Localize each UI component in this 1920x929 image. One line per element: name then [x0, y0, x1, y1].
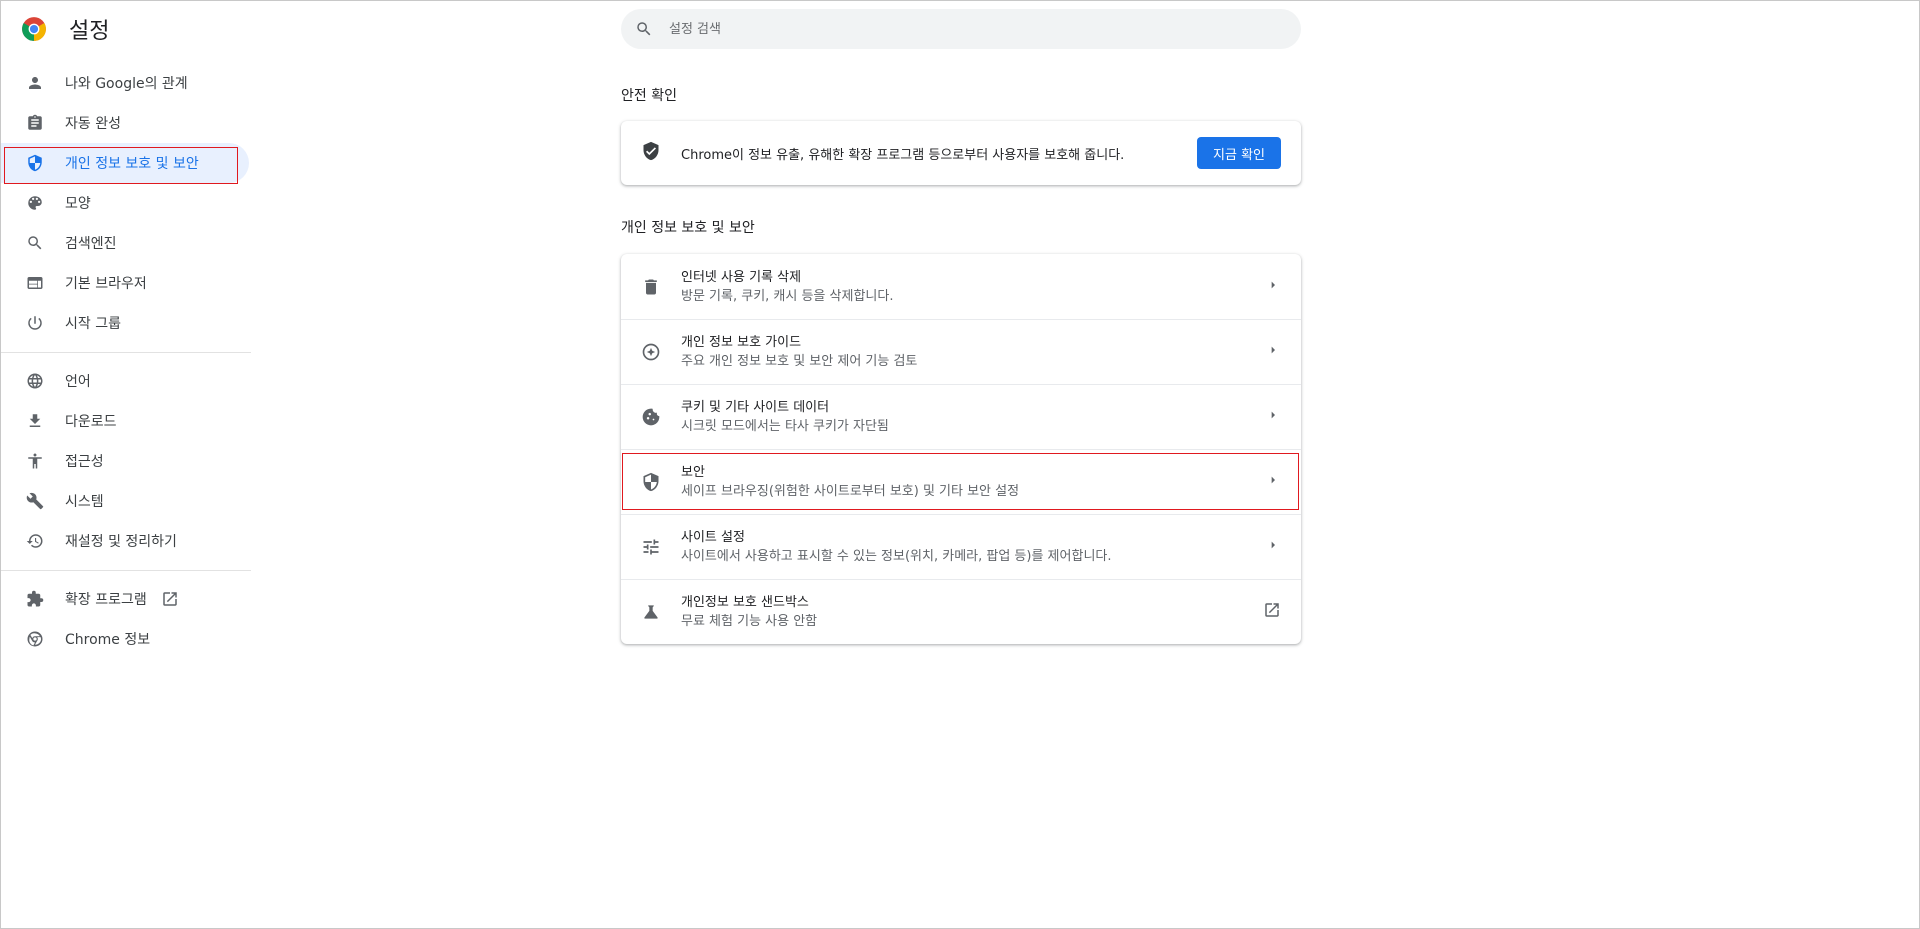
row-subtitle: 시크릿 모드에서는 타사 쿠키가 자단됨: [681, 419, 889, 434]
row-body: 쿠키 및 기타 사이트 데이터 시크릿 모드에서는 타사 쿠키가 자단됨: [681, 398, 1265, 436]
sidebar-item-accessibility[interactable]: 접근성: [1, 441, 251, 481]
check-now-button[interactable]: 지금 확인: [1197, 137, 1281, 169]
sidebar-item-on-startup[interactable]: 시작 그룹: [1, 303, 251, 343]
sidebar-item-label: 기본 브라우저: [65, 276, 147, 292]
safety-check-card: Chrome이 정보 유출, 유해한 확장 프로그램 등으로부터 사용자를 보호…: [621, 121, 1301, 185]
open-in-new-icon: [1263, 601, 1281, 623]
row-privacy-sandbox[interactable]: 개인정보 보호 샌드박스 무료 체험 기능 사용 안함: [621, 579, 1301, 644]
shield-check-icon: [641, 141, 661, 165]
safety-check-row: Chrome이 정보 유출, 유해한 확장 프로그램 등으로부터 사용자를 보호…: [621, 121, 1301, 185]
sidebar: 나와 Google의 관계 자동 완성 개인 정보 보호 및 보안 모양 검색엔…: [1, 63, 251, 659]
sidebar-item-label: Chrome 정보: [65, 632, 151, 648]
browser-icon: [25, 273, 45, 293]
sidebar-item-languages[interactable]: 언어: [1, 361, 251, 401]
sidebar-item-default-browser[interactable]: 기본 브라우저: [1, 263, 251, 303]
chrome-icon: [25, 629, 45, 649]
sidebar-item-label: 개인 정보 보호 및 보안: [65, 156, 199, 172]
search-box[interactable]: [621, 9, 1301, 49]
row-title: 인터넷 사용 기록 삭제: [681, 269, 802, 285]
row-privacy-guide[interactable]: 개인 정보 보호 가이드 주요 개인 정보 보호 및 보안 제어 기능 검토: [621, 319, 1301, 384]
arrow-right-icon: [1265, 472, 1281, 492]
sidebar-item-label: 접근성: [65, 454, 104, 470]
row-body: 개인 정보 보호 가이드 주요 개인 정보 보호 및 보안 제어 기능 검토: [681, 333, 1265, 371]
sidebar-divider: [1, 352, 251, 353]
chrome-logo-icon: [22, 17, 46, 41]
sidebar-item-label: 나와 Google의 관계: [65, 76, 188, 92]
sidebar-item-label: 다운로드: [65, 414, 117, 430]
row-subtitle: 주요 개인 정보 보호 및 보안 제어 기능 검토: [681, 354, 918, 369]
row-subtitle: 사이트에서 사용하고 표시할 수 있는 정보(위치, 카메라, 팝업 등)를 제…: [681, 549, 1112, 564]
sidebar-item-label: 검색엔진: [65, 236, 117, 252]
download-icon: [25, 411, 45, 431]
sidebar-item-label: 언어: [65, 374, 91, 390]
row-body: 인터넷 사용 기록 삭제 방문 기록, 쿠키, 캐시 등을 삭제합니다.: [681, 268, 1265, 306]
sidebar-item-label: 모양: [65, 196, 91, 212]
row-title: 개인정보 보호 샌드박스: [681, 595, 809, 610]
tune-icon: [641, 537, 661, 557]
row-title: 사이트 설정: [681, 530, 745, 545]
accessibility-icon: [25, 451, 45, 471]
row-cookies[interactable]: 쿠키 및 기타 사이트 데이터 시크릿 모드에서는 타사 쿠키가 자단됨: [621, 384, 1301, 449]
sidebar-item-about-chrome[interactable]: Chrome 정보: [1, 619, 251, 659]
sidebar-item-system[interactable]: 시스템: [1, 481, 251, 521]
arrow-right-icon: [1265, 277, 1281, 297]
shield-icon: [641, 472, 661, 492]
globe-icon: [25, 371, 45, 391]
row-clear-browsing-data[interactable]: 인터넷 사용 기록 삭제 방문 기록, 쿠키, 캐시 등을 삭제합니다.: [621, 254, 1301, 319]
clipboard-icon: [25, 113, 45, 133]
arrow-right-icon: [1265, 537, 1281, 557]
search-icon: [637, 22, 651, 36]
wrench-icon: [25, 491, 45, 511]
person-icon: [25, 73, 45, 93]
arrow-right-icon: [1265, 342, 1281, 362]
puzzle-icon: [25, 589, 45, 609]
power-icon: [25, 313, 45, 333]
row-title: 쿠키 및 기타 사이트 데이터: [681, 400, 830, 415]
sidebar-item-label: 자동 완성: [65, 116, 121, 132]
page-title: 설정: [69, 19, 110, 44]
sidebar-item-search-engine[interactable]: 검색엔진: [1, 223, 251, 263]
sidebar-divider: [1, 570, 251, 571]
sidebar-item-autofill[interactable]: 자동 완성: [1, 103, 251, 143]
settings-window: 설정 나와 Google의 관계 자동 완성 개인 정보 보호 및 보안 모양 …: [0, 0, 1920, 929]
restore-icon: [25, 531, 45, 551]
safety-check-description: Chrome이 정보 유출, 유해한 확장 프로그램 등으로부터 사용자를 보호…: [681, 147, 1125, 163]
search-input[interactable]: [669, 21, 1249, 37]
search-icon: [25, 233, 45, 253]
row-site-settings[interactable]: 사이트 설정 사이트에서 사용하고 표시할 수 있는 정보(위치, 카메라, 팝…: [621, 514, 1301, 579]
row-title: 보안: [681, 465, 705, 480]
compass-icon: [641, 342, 661, 362]
sidebar-item-you-and-google[interactable]: 나와 Google의 관계: [1, 63, 251, 103]
sidebar-item-appearance[interactable]: 모양: [1, 183, 251, 223]
sidebar-item-extensions[interactable]: 확장 프로그램: [1, 579, 251, 619]
row-title: 개인 정보 보호 가이드: [681, 335, 802, 350]
section-title-safety-check: 안전 확인: [621, 88, 677, 104]
flask-icon: [641, 602, 661, 622]
row-security[interactable]: 보안 세이프 브라우징(위험한 사이트로부터 보호) 및 기타 보안 설정: [621, 449, 1301, 514]
sidebar-item-label: 재설정 및 정리하기: [65, 534, 177, 550]
privacy-card: 인터넷 사용 기록 삭제 방문 기록, 쿠키, 캐시 등을 삭제합니다. 개인 …: [621, 254, 1301, 644]
row-subtitle: 방문 기록, 쿠키, 캐시 등을 삭제합니다.: [681, 288, 894, 304]
cookie-icon: [641, 407, 661, 427]
row-subtitle: 세이프 브라우징(위험한 사이트로부터 보호) 및 기타 보안 설정: [681, 484, 1020, 499]
header: 설정: [21, 15, 110, 44]
sidebar-item-privacy-security[interactable]: 개인 정보 보호 및 보안: [1, 143, 249, 183]
sidebar-item-downloads[interactable]: 다운로드: [1, 401, 251, 441]
arrow-right-icon: [1265, 407, 1281, 427]
section-title-privacy: 개인 정보 보호 및 보안: [621, 220, 755, 236]
sidebar-item-label: 확장 프로그램: [65, 592, 147, 608]
row-body: 사이트 설정 사이트에서 사용하고 표시할 수 있는 정보(위치, 카메라, 팝…: [681, 528, 1265, 566]
palette-icon: [25, 193, 45, 213]
sidebar-item-label: 시작 그룹: [65, 316, 121, 332]
sidebar-item-label: 시스템: [65, 494, 104, 510]
sidebar-item-reset[interactable]: 재설정 및 정리하기: [1, 521, 251, 561]
row-body: 개인정보 보호 샌드박스 무료 체험 기능 사용 안함: [681, 593, 1263, 631]
open-in-new-icon: [161, 590, 179, 608]
row-subtitle: 무료 체험 기능 사용 안함: [681, 614, 818, 629]
row-body: 보안 세이프 브라우징(위험한 사이트로부터 보호) 및 기타 보안 설정: [681, 463, 1265, 501]
shield-icon: [25, 153, 45, 173]
trash-icon: [641, 277, 661, 297]
